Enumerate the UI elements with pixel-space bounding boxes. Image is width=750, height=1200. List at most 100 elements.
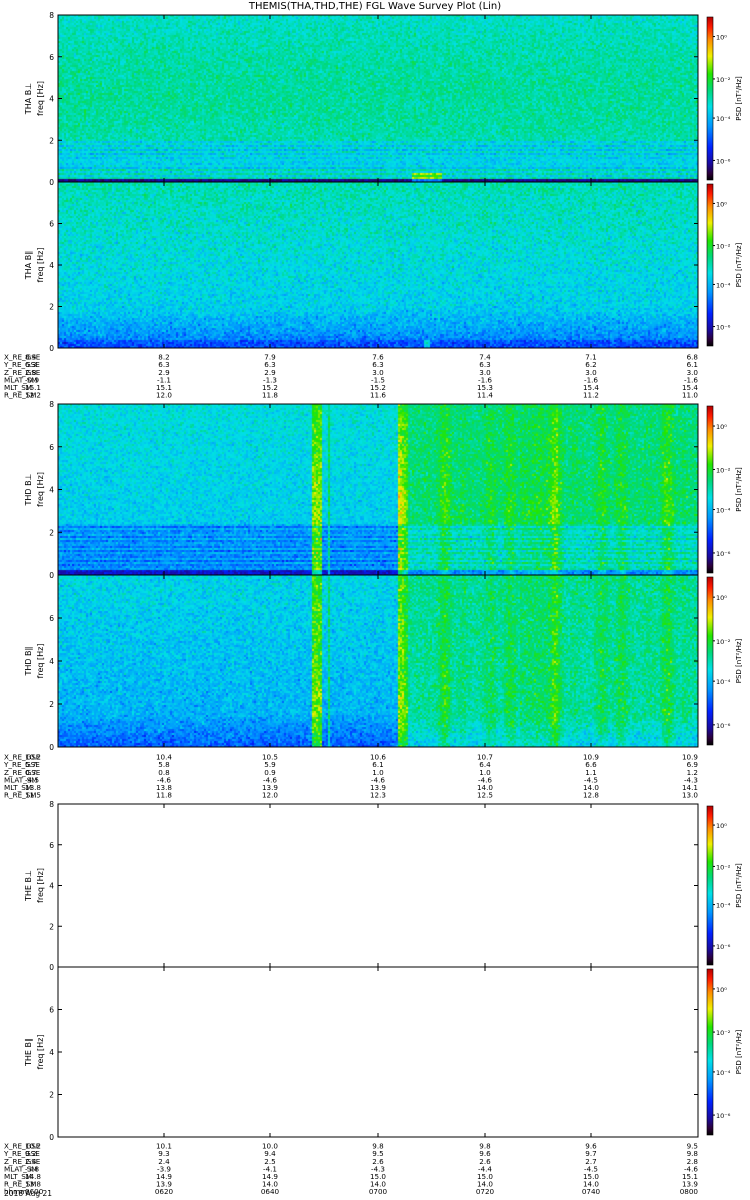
colorbar-tick-label: 10⁻⁴ [716, 902, 731, 910]
ephemeris-value: 0740 [582, 1187, 601, 1196]
panel-name-label: THD B⊥ [24, 473, 33, 506]
colorbar-tick-label: 10⁰ [716, 822, 727, 830]
y-axis-label: freq [Hz] [36, 472, 45, 507]
colorbar-tick-label: 10⁻⁴ [716, 115, 731, 123]
colorbar-label: PSD [nT²/Hz] [735, 638, 743, 683]
ephemeris-value: 11.8 [156, 791, 172, 800]
ephemeris-value: 0800 [680, 1187, 699, 1196]
panel-frame [57, 403, 699, 576]
panel-5: 0 2 4 6 THE B∥ freq [Hz] 10⁰ 10⁻² 10⁻⁴ 10⁻⁶ PSD [n… [24, 966, 743, 1142]
y-tick-label: 6 [49, 220, 54, 229]
y-tick-label: 0 [49, 178, 54, 187]
y-tick-label: 4 [49, 95, 54, 104]
y-axis-label: freq [Hz] [36, 868, 45, 903]
colorbar-tick-label: 10⁻² [716, 466, 731, 474]
ephemeris-value: 12.0 [156, 391, 172, 400]
colorbar-label: PSD [nT²/Hz] [735, 242, 743, 287]
panel-name-label: THD B∥ [24, 646, 33, 676]
colorbar-label: PSD [nT²/Hz] [735, 1029, 743, 1074]
y-axis-label: freq [Hz] [36, 644, 45, 679]
colorbar-label: PSD [nT²/Hz] [735, 467, 743, 512]
plot-overlay: 02468THA B⊥ freq [Hz]10⁰10⁻²10⁻⁴10⁻⁶PSD [… [3, 11, 743, 1198]
ephemeris-value: 11.5 [25, 791, 41, 800]
y-axis-label: freq [Hz] [36, 1035, 45, 1070]
colorbar-tick-label: 10⁻⁶ [716, 943, 731, 951]
colorbar [706, 968, 714, 1136]
colorbar-tick-label: 10⁻² [716, 243, 731, 251]
colorbar-tick-label: 10⁻⁶ [716, 324, 731, 332]
colorbar-tick-label: 10⁰ [716, 986, 727, 994]
colorbar-tick-label: 10⁰ [716, 34, 727, 42]
panel-frame [57, 803, 699, 968]
colorbar-tick-label: 10⁻⁴ [716, 1069, 731, 1077]
colorbar-tick-label: 10⁻² [716, 1029, 731, 1037]
ephemeris-table: X_RE_GSE8.4 8.2 7.9 7.6 7.4 7.1 6.8Y_RE_GSE6.3… [3, 353, 698, 1197]
colorbar [706, 183, 714, 347]
y-axis-label: freq [Hz] [36, 248, 45, 283]
colorbar-tick-label: 10⁰ [716, 594, 727, 602]
colorbar-label: PSD [nT²/Hz] [735, 76, 743, 121]
ephemeris-value: 12.0 [262, 791, 278, 800]
colorbar-tick-label: 10⁰ [716, 423, 727, 431]
colorbar-tick-label: 10⁻⁶ [716, 550, 731, 558]
colorbar-tick-label: 10⁻² [716, 863, 731, 871]
y-tick-label: 8 [49, 800, 54, 809]
panel-axes-group: 02468THA B⊥ freq [Hz]10⁰10⁻²10⁻⁴10⁻⁶PSD [… [24, 11, 743, 1142]
panel-name-label: THA B⊥ [24, 83, 33, 115]
panel-name-label: THE B⊥ [24, 870, 33, 902]
colorbar-tick-label: 10⁻⁶ [716, 1112, 731, 1120]
panel-4: 0 2 4 6 8 THE B⊥ freq [Hz] 10⁰ 10⁻² 10⁻⁴ 10⁻⁶ PSD [… [24, 800, 743, 972]
colorbar-tick-label: 10⁻² [716, 638, 731, 646]
y-tick-label: 0 [49, 571, 54, 580]
ephemeris-value: 12.2 [25, 391, 41, 400]
ephemeris-value: 0720 [476, 1187, 495, 1196]
colorbar [706, 16, 714, 181]
y-tick-label: 2 [49, 1091, 54, 1100]
y-tick-label: 0 [49, 1133, 54, 1142]
panel-frame [57, 14, 699, 183]
y-tick-label: 2 [49, 303, 54, 312]
colorbar [706, 405, 714, 574]
ephemeris-value: 12.3 [370, 791, 386, 800]
y-tick-label: 2 [49, 700, 54, 709]
y-tick-label: 4 [49, 657, 54, 666]
y-tick-label: 0 [49, 344, 54, 353]
ephemeris-value: 0620 [155, 1187, 174, 1196]
ephemeris-value: 12.5 [477, 791, 493, 800]
colorbar-tick-label: 10⁻⁴ [716, 507, 731, 515]
ephemeris-value: 12.8 [583, 791, 599, 800]
y-tick-label: 4 [49, 1048, 54, 1057]
panel-3: 0 2 4 6 THD B∥ freq [Hz] 10⁰ 10⁻² 10⁻⁴ 10⁻⁶ PSD [n… [24, 574, 743, 752]
ephemeris-value: 11.0 [682, 391, 698, 400]
y-tick-label: 6 [49, 1006, 54, 1015]
ephemeris-value: 0700 [369, 1187, 388, 1196]
ephemeris-value: 0640 [261, 1187, 280, 1196]
y-tick-label: 0 [49, 963, 54, 972]
panel-frame [57, 574, 699, 748]
date-label: 2018 Aug 21 [4, 1189, 52, 1198]
y-tick-label: 4 [49, 486, 54, 495]
ephemeris-value: 13.0 [682, 791, 698, 800]
colorbar-tick-label: 10⁻⁶ [716, 157, 731, 165]
colorbar-tick-label: 10⁻⁴ [716, 281, 731, 289]
y-axis-label: freq [Hz] [36, 81, 45, 116]
colorbar-tick-label: 10⁰ [716, 200, 727, 208]
colorbar-label: PSD [nT²/Hz] [735, 863, 743, 908]
panel-name-label: THE B∥ [24, 1038, 33, 1067]
panel-0: 0 2 4 6 8 THA B⊥ freq [Hz] 10⁰ 10⁻² 10⁻⁴ 10⁻⁶ PSD [… [24, 11, 743, 187]
y-tick-label: 6 [49, 53, 54, 62]
colorbar [706, 576, 714, 746]
ephemeris-value: 11.6 [370, 391, 386, 400]
y-tick-label: 6 [49, 841, 54, 850]
colorbar-tick-label: 10⁻⁶ [716, 722, 731, 730]
y-tick-label: 8 [49, 400, 54, 409]
colorbar-tick-label: 10⁻² [716, 76, 731, 84]
colorbar-tick-label: 10⁻⁴ [716, 678, 731, 686]
y-tick-label: 4 [49, 882, 54, 891]
panel-frame [57, 181, 699, 349]
ephemeris-value: 11.2 [583, 391, 599, 400]
y-tick-label: 0 [49, 743, 54, 752]
y-tick-label: 2 [49, 922, 54, 931]
panel-2: 0 2 4 6 8 THD B⊥ freq [Hz] 10⁰ 10⁻² 10⁻⁴ 10⁻⁶ PSD [… [24, 400, 743, 580]
y-tick-label: 4 [49, 261, 54, 270]
